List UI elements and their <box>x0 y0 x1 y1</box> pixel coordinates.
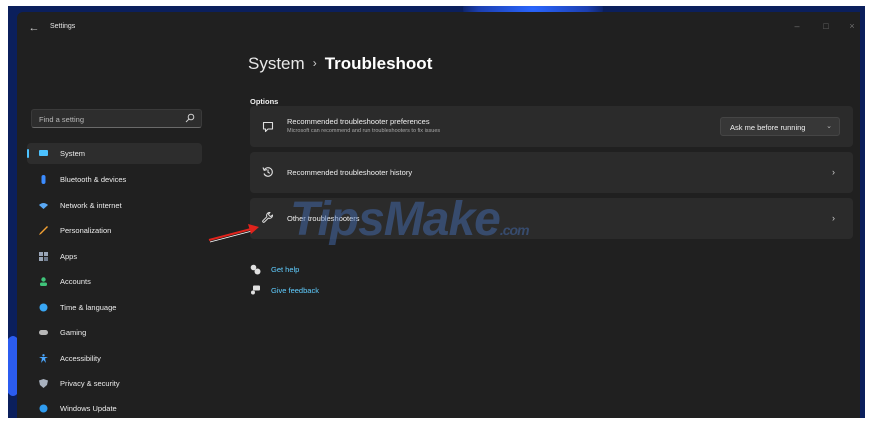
history-icon <box>262 167 273 177</box>
sidebar-item-label: Time & language <box>60 303 117 312</box>
brush-icon <box>39 226 48 235</box>
sidebar-item-label: Network & internet <box>60 201 122 210</box>
breadcrumb-parent[interactable]: System <box>248 54 305 73</box>
annotation-arrow-icon <box>208 224 259 243</box>
accessibility-icon <box>39 354 48 363</box>
sidebar-item-accounts[interactable]: Accounts <box>27 271 202 292</box>
back-button[interactable]: ← <box>27 21 41 35</box>
chevron-right-icon: › <box>832 213 835 223</box>
bluetooth-icon <box>41 175 46 184</box>
sidebar-item-label: Gaming <box>60 328 87 337</box>
monitor-icon <box>39 150 48 156</box>
page-title: Troubleshoot <box>324 54 433 73</box>
sidebar-item-accessibility[interactable]: Accessibility <box>27 348 202 369</box>
sidebar-item-personalization[interactable]: Personalization <box>27 220 202 241</box>
troubleshooter-preferences-card: Recommended troubleshooter preferences M… <box>250 106 853 147</box>
shield-icon <box>39 379 48 388</box>
close-button[interactable]: × <box>846 20 858 32</box>
globe-clock-icon <box>39 303 48 312</box>
sidebar-item-privacy[interactable]: Privacy & security <box>27 373 202 394</box>
search-input[interactable]: Find a setting <box>31 109 202 128</box>
maximize-button[interactable]: □ <box>820 20 832 32</box>
settings-window: ← Settings – □ × Find a setting System B… <box>17 12 860 418</box>
search-placeholder: Find a setting <box>39 115 85 124</box>
troubleshooter-preference-dropdown[interactable]: Ask me before running ⌄ <box>720 117 840 136</box>
gamepad-icon <box>39 330 48 335</box>
watermark-suffix: .com <box>499 222 530 238</box>
dropdown-value: Ask me before running <box>730 123 806 132</box>
sidebar-item-bluetooth[interactable]: Bluetooth & devices <box>27 169 202 190</box>
breadcrumb: System › Troubleshoot <box>248 54 432 74</box>
person-icon <box>40 277 47 286</box>
card-description: Microsoft can recommend and run troubles… <box>287 128 441 134</box>
sidebar-item-label: Windows Update <box>60 404 117 413</box>
sidebar-item-label: Accounts <box>60 277 91 286</box>
breadcrumb-separator: › <box>312 56 317 70</box>
watermark-logo: TipsMake.com <box>290 192 530 247</box>
sidebar-item-label: Apps <box>60 252 78 261</box>
chat-icon <box>262 121 274 133</box>
sidebar-item-label: Personalization <box>60 226 112 235</box>
title-bar: ← Settings – □ × <box>17 12 860 44</box>
card-title: Recommended troubleshooter preferences <box>287 117 430 126</box>
chevron-down-icon: ⌄ <box>826 123 832 130</box>
sidebar-item-label: Accessibility <box>60 354 101 363</box>
section-title: Options <box>250 97 279 106</box>
sidebar-item-time-language[interactable]: Time & language <box>27 297 202 318</box>
sidebar-item-label: System <box>60 149 86 158</box>
chevron-right-icon: › <box>832 167 835 177</box>
selected-indicator <box>27 149 29 158</box>
app-title: Settings <box>50 23 76 30</box>
minimize-button[interactable]: – <box>791 20 803 32</box>
sidebar-item-gaming[interactable]: Gaming <box>27 322 202 343</box>
sidebar-item-system[interactable]: System <box>27 143 202 164</box>
wifi-icon <box>39 203 48 209</box>
troubleshooter-history-card[interactable]: Recommended troubleshooter history › <box>250 152 853 193</box>
sidebar-item-windows-update[interactable]: Windows Update <box>27 398 202 418</box>
link-label: Give feedback <box>271 286 319 295</box>
watermark-text: TipsMake <box>290 193 501 246</box>
update-icon <box>39 404 48 413</box>
wrench-icon <box>262 212 273 223</box>
help-icon <box>250 264 261 275</box>
sidebar-item-label: Privacy & security <box>60 379 120 388</box>
feedback-icon <box>251 285 260 295</box>
sidebar-item-label: Bluetooth & devices <box>60 175 127 184</box>
sidebar-item-network[interactable]: Network & internet <box>27 195 202 216</box>
sidebar-item-apps[interactable]: Apps <box>27 246 202 267</box>
card-title: Recommended troubleshooter history <box>287 168 413 177</box>
apps-icon <box>39 252 48 261</box>
link-label: Get help <box>271 265 300 274</box>
search-icon[interactable] <box>185 113 195 123</box>
